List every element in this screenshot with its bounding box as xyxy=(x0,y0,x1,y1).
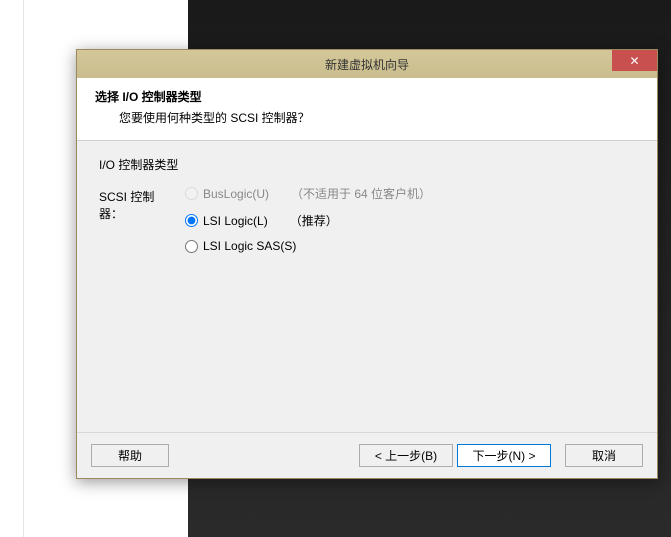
radio-lsilogic-note: （推荐） xyxy=(290,212,338,229)
radio-lsilogic[interactable]: LSI Logic(L) xyxy=(185,214,268,228)
button-bar: 帮助 < 上一步(B) 下一步(N) > 取消 xyxy=(77,432,657,478)
scsi-row: SCSI 控制器： BusLogic(U) （不适用于 64 位客户机） LSI… xyxy=(99,179,635,253)
radio-lsisas-label: LSI Logic SAS(S) xyxy=(203,239,296,253)
content-section: I/O 控制器类型 SCSI 控制器： BusLogic(U) （不适用于 64… xyxy=(77,141,657,441)
header-subtitle: 您要使用何种类型的 SCSI 控制器？ xyxy=(95,109,639,126)
radio-group: BusLogic(U) （不适用于 64 位客户机） LSI Logic(L) … xyxy=(185,179,431,253)
radio-buslogic-input xyxy=(185,187,198,200)
radio-buslogic-label: BusLogic(U) xyxy=(203,187,269,201)
back-button[interactable]: < 上一步(B) xyxy=(359,444,453,467)
radio-row-lsisas: LSI Logic SAS(S) xyxy=(185,239,431,253)
new-vm-wizard-dialog: 新建虚拟机向导 ✕ 选择 I/O 控制器类型 您要使用何种类型的 SCSI 控制… xyxy=(76,49,658,479)
header-section: 选择 I/O 控制器类型 您要使用何种类型的 SCSI 控制器？ xyxy=(77,78,657,141)
radio-lsisas[interactable]: LSI Logic SAS(S) xyxy=(185,239,296,253)
next-button[interactable]: 下一步(N) > xyxy=(457,444,551,467)
scsi-label: SCSI 控制器： xyxy=(99,179,175,222)
radio-lsilogic-label: LSI Logic(L) xyxy=(203,214,268,228)
radio-row-lsilogic: LSI Logic(L) （推荐） xyxy=(185,212,431,229)
group-label: I/O 控制器类型 xyxy=(99,156,635,173)
radio-buslogic-note: （不适用于 64 位客户机） xyxy=(291,185,431,202)
close-icon: ✕ xyxy=(629,54,639,68)
radio-lsisas-input[interactable] xyxy=(185,240,198,253)
radio-buslogic: BusLogic(U) xyxy=(185,187,269,201)
left-divider xyxy=(23,0,24,537)
header-title: 选择 I/O 控制器类型 xyxy=(95,88,639,105)
radio-row-buslogic: BusLogic(U) （不适用于 64 位客户机） xyxy=(185,185,431,202)
cancel-button[interactable]: 取消 xyxy=(565,444,643,467)
help-button[interactable]: 帮助 xyxy=(91,444,169,467)
close-button[interactable]: ✕ xyxy=(612,50,657,71)
radio-lsilogic-input[interactable] xyxy=(185,214,198,227)
dialog-title: 新建虚拟机向导 xyxy=(325,56,409,73)
titlebar[interactable]: 新建虚拟机向导 ✕ xyxy=(77,50,657,78)
